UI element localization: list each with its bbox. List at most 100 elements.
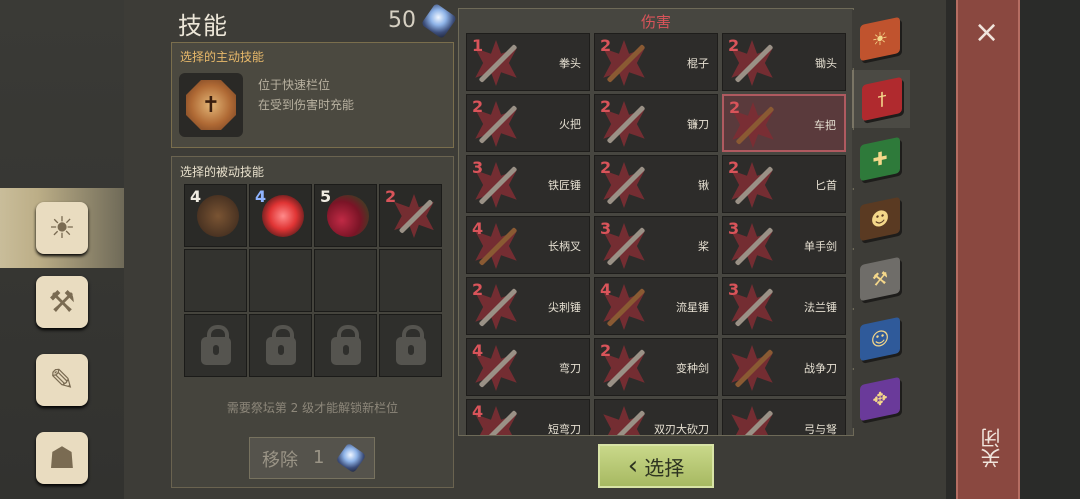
sun-book-icon: ☀ bbox=[36, 202, 88, 254]
damage-skill-cell[interactable]: 2 变种剑 bbox=[594, 338, 718, 396]
damage-skill-cell[interactable]: 2锹 bbox=[594, 155, 718, 213]
empty-slot[interactable] bbox=[314, 249, 377, 312]
slot-level: 5 bbox=[320, 187, 332, 206]
skill-level: 3 bbox=[600, 219, 612, 238]
damage-skill-cell[interactable]: 2 尖刺锤 bbox=[466, 277, 590, 335]
damage-skill-cell[interactable]: 双刃大砍刀 bbox=[594, 399, 718, 435]
damage-skill-cell[interactable]: 3 法兰锤 bbox=[722, 277, 846, 335]
active-skill-slot[interactable]: ✝ bbox=[179, 73, 243, 137]
tab-mask[interactable]: ☻ bbox=[852, 190, 908, 248]
skill-name: 弓与弩 bbox=[804, 423, 837, 436]
tab-crafting[interactable]: ⚒ bbox=[852, 250, 908, 308]
sidebar-skills-tab[interactable]: ☀ bbox=[0, 188, 124, 268]
damage-skill-cell[interactable]: 2 车把 bbox=[722, 94, 846, 152]
empty-slot[interactable] bbox=[184, 249, 247, 312]
damage-skill-cell[interactable]: 弓与弩 bbox=[722, 399, 846, 436]
tab-general[interactable]: ☀ bbox=[852, 10, 908, 68]
tab-social[interactable]: ☺ bbox=[852, 310, 908, 368]
damage-skill-list[interactable]: 伤害 1 拳头 2 棍子 2 锄头 2 火把 2 镰刀 2 车把 3 铁匠锤 2 锹 2 匕首 4 长柄叉 3 桨 3 单手剑… bbox=[458, 8, 854, 436]
category-title: 伤害 bbox=[640, 13, 671, 31]
skill-level: 2 bbox=[728, 158, 740, 177]
skill-name: 变种剑 bbox=[676, 362, 709, 375]
unlock-note: 需要祭坛第 2 级才能解锁新栏位 bbox=[226, 401, 399, 415]
locked-slot bbox=[314, 314, 377, 377]
passive-slot[interactable]: 4 bbox=[184, 184, 247, 247]
damage-skill-cell[interactable]: 3 单手剑 bbox=[722, 216, 846, 274]
tab-magic[interactable]: ✥ bbox=[852, 370, 908, 428]
damage-skill-cell[interactable]: 2 棍子 bbox=[594, 33, 718, 91]
remove-button[interactable]: 移除 1 bbox=[249, 437, 375, 479]
skill-name: 尖刺锤 bbox=[548, 301, 581, 314]
damage-skill-cell[interactable]: 4 短弯刀 bbox=[466, 399, 590, 435]
sidebar-character-tab[interactable]: ☗ bbox=[0, 418, 124, 498]
crystal-icon bbox=[335, 442, 367, 474]
page-title: 技能 bbox=[178, 12, 228, 40]
skill-name: 锄头 bbox=[815, 57, 837, 70]
skill-name: 战争刀 bbox=[804, 362, 837, 375]
skill-name: 桨 bbox=[698, 240, 709, 253]
skill-level: 4 bbox=[472, 402, 484, 421]
empty-slot[interactable] bbox=[249, 249, 312, 312]
empty-slot[interactable] bbox=[379, 249, 442, 312]
tools-book-icon: ⚒ bbox=[860, 256, 900, 302]
damage-skill-cell[interactable]: 1 拳头 bbox=[466, 33, 590, 91]
skill-name: 车把 bbox=[814, 119, 836, 132]
locked-slot bbox=[184, 314, 247, 377]
skill-level: 1 bbox=[472, 36, 484, 55]
select-button[interactable]: ‹ 选择 bbox=[598, 444, 714, 488]
skill-level: 3 bbox=[728, 219, 740, 238]
mask-book-icon: ☻ bbox=[860, 196, 900, 242]
close-panel[interactable]: × 关闭 bbox=[956, 0, 1020, 499]
character-icon: ☗ bbox=[36, 432, 88, 484]
damage-skill-cell[interactable]: 3 铁匠锤 bbox=[466, 155, 590, 213]
sidebar-scroll-tab[interactable]: ✎ bbox=[0, 340, 124, 420]
slot-level: 4 bbox=[255, 187, 267, 206]
skill-level: 2 bbox=[600, 97, 612, 116]
remove-label: 移除 bbox=[262, 450, 298, 471]
skill-level: 2 bbox=[600, 36, 612, 55]
active-skill-section: 选择的主动技能 ✝ 位于快速栏位 在受到伤害时充能 bbox=[171, 42, 454, 148]
scroll-icon: ✎ bbox=[36, 354, 88, 406]
damage-skill-cell[interactable]: 4 弯刀 bbox=[466, 338, 590, 396]
sun-book-icon: ☀ bbox=[860, 16, 900, 62]
damage-skill-cell[interactable]: 2 镰刀 bbox=[594, 94, 718, 152]
cross-book-icon: ✚ bbox=[860, 136, 900, 182]
left-sidebar: ☀ ⚒ ✎ ☗ bbox=[0, 0, 124, 499]
damage-skill-cell[interactable]: 2 匕首 bbox=[722, 155, 846, 213]
active-skill-label: 选择的主动技能 bbox=[180, 50, 265, 64]
passive-slot[interactable]: 4 bbox=[249, 184, 312, 247]
damage-skill-cell[interactable]: 战争刀 bbox=[722, 338, 846, 396]
damage-skill-cell[interactable]: 4 流星锤 bbox=[594, 277, 718, 335]
active-skill-desc-1: 位于快速栏位 bbox=[258, 78, 331, 92]
locked-slot bbox=[379, 314, 442, 377]
skill-name: 单手剑 bbox=[804, 240, 837, 253]
berries-icon bbox=[327, 195, 369, 237]
skill-level: 2 bbox=[472, 280, 484, 299]
skill-name: 弯刀 bbox=[559, 362, 581, 375]
passive-skill-label: 选择的被动技能 bbox=[180, 165, 265, 179]
damage-skill-cell[interactable]: 3桨 bbox=[594, 216, 718, 274]
skill-level: 4 bbox=[472, 219, 484, 238]
damage-skill-cell[interactable]: 2 火把 bbox=[466, 94, 590, 152]
damage-skill-cell[interactable]: 4 长柄叉 bbox=[466, 216, 590, 274]
close-icon[interactable]: × bbox=[974, 18, 999, 48]
active-skill-desc-2: 在受到伤害时充能 bbox=[258, 98, 355, 112]
skill-level: 2 bbox=[728, 36, 740, 55]
tab-healing[interactable]: ✚ bbox=[852, 130, 908, 188]
hammer-icon: ⚒ bbox=[36, 276, 88, 328]
passive-slot[interactable]: 2 bbox=[379, 184, 442, 247]
tab-damage[interactable]: † bbox=[852, 70, 910, 128]
lock-icon bbox=[265, 324, 296, 365]
select-label: 选择 bbox=[644, 455, 685, 480]
skill-level: 2 bbox=[600, 341, 612, 360]
sword-book-icon: † bbox=[862, 76, 902, 122]
skill-level: 2 bbox=[600, 158, 612, 177]
damage-skill-cell[interactable]: 2 锄头 bbox=[722, 33, 846, 91]
sidebar-crafting-tab[interactable]: ⚒ bbox=[0, 262, 124, 342]
skill-level: 3 bbox=[472, 158, 484, 177]
skill-name: 锹 bbox=[698, 179, 709, 192]
skill-name: 长柄叉 bbox=[548, 240, 581, 253]
slot-level: 2 bbox=[385, 187, 397, 206]
passive-slot[interactable]: 5 bbox=[314, 184, 377, 247]
skill-name: 铁匠锤 bbox=[548, 179, 581, 192]
